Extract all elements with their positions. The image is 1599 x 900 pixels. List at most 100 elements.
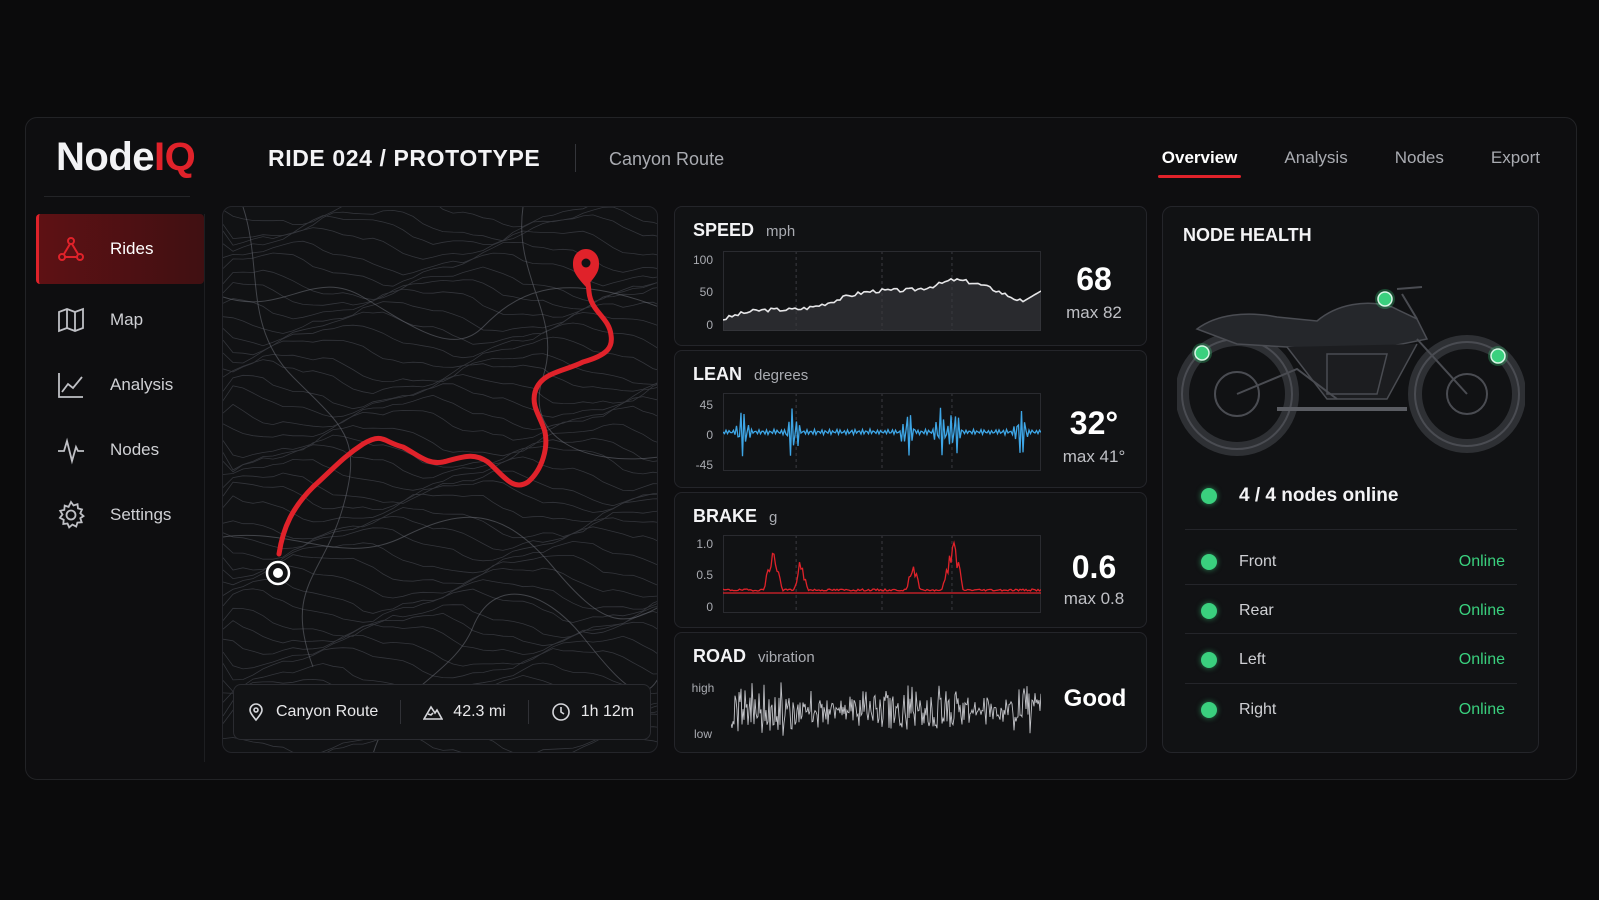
- node-status: Online: [1458, 651, 1505, 668]
- map-icon: [58, 307, 84, 333]
- speed-chart[interactable]: [723, 251, 1041, 331]
- route-summary-bar: Canyon Route 42.3 mi 1h 12m: [233, 684, 651, 740]
- route-icon: [58, 237, 84, 261]
- brake-tick: 0: [706, 600, 713, 614]
- node-marker-front-icon: [1488, 346, 1508, 366]
- node-health-panel: NODE HEALTH 4 / 4 nodes online Front Onl…: [1162, 206, 1539, 753]
- logo-divider: [44, 196, 190, 197]
- ride-title: RIDE 024 / PROTOTYPE: [268, 145, 541, 171]
- divider: [1185, 584, 1517, 585]
- end-pin-icon: [573, 249, 599, 287]
- node-row-front[interactable]: Front Online: [1201, 553, 1505, 571]
- speed-value: 68: [1076, 261, 1112, 297]
- tab-export[interactable]: Export: [1491, 148, 1540, 176]
- lean-max: max 41°: [1062, 447, 1126, 466]
- road-card[interactable]: ROAD vibration high low Good: [674, 632, 1147, 753]
- tab-overview[interactable]: Overview: [1157, 148, 1241, 178]
- route-duration: 1h 12m: [580, 703, 635, 720]
- tab-nodes[interactable]: Nodes: [1395, 148, 1444, 176]
- speed-tick: 50: [699, 285, 713, 299]
- header-divider: [575, 144, 576, 172]
- route-map[interactable]: Canyon Route 42.3 mi 1h 12m: [222, 206, 658, 753]
- lean-tick: 0: [706, 428, 713, 442]
- map-canvas[interactable]: [223, 207, 658, 753]
- sidebar-item-label: Settings: [110, 505, 172, 524]
- sidebar-item-rides[interactable]: Rides: [36, 214, 204, 284]
- top-tabs: Overview Analysis Nodes Export: [1115, 148, 1540, 178]
- brake-tick: 1.0: [696, 537, 713, 551]
- lean-chart[interactable]: [723, 393, 1041, 471]
- node-marker-rear-icon: [1192, 343, 1212, 363]
- node-row-rear[interactable]: Rear Online: [1201, 602, 1505, 620]
- location-pin-icon: [249, 703, 263, 722]
- node-row-left[interactable]: Left Online: [1201, 651, 1505, 669]
- divider: [1185, 683, 1517, 684]
- lean-title: LEAN degrees: [693, 364, 809, 384]
- road-title: ROAD vibration: [693, 646, 815, 666]
- status-dot: [1201, 652, 1217, 668]
- road-tick-high: high: [691, 681, 715, 695]
- divider: [1185, 633, 1517, 634]
- route-name: Canyon Route: [276, 703, 379, 720]
- dashboard-window: NodeIQ RIDE 024 / PROTOTYPE Canyon Route…: [25, 117, 1577, 780]
- pulse-icon: [58, 437, 84, 465]
- sidebar-item-settings[interactable]: Settings: [36, 486, 204, 544]
- node-marker-center-icon: [1375, 289, 1395, 309]
- stat-divider: [527, 700, 529, 724]
- sidebar-item-nodes[interactable]: Nodes: [36, 421, 204, 479]
- nodes-online-summary: 4 / 4 nodes online: [1201, 485, 1398, 507]
- node-status: Online: [1458, 701, 1505, 718]
- sidebar-item-label: Nodes: [110, 440, 160, 459]
- node-status: Online: [1458, 553, 1505, 570]
- status-dot: [1201, 554, 1217, 570]
- sidebar-item-label: Rides: [110, 239, 154, 258]
- node-name: Rear: [1239, 602, 1274, 619]
- brake-tick: 0.5: [696, 568, 713, 582]
- node-name: Right: [1239, 701, 1277, 718]
- sidebar-item-map[interactable]: Map: [36, 291, 204, 349]
- status-dot: [1201, 603, 1217, 619]
- road-tick-low: low: [693, 727, 712, 741]
- brake-max: max 0.8: [1063, 589, 1125, 608]
- sidebar-item-label: Map: [110, 310, 144, 329]
- status-dot: [1201, 488, 1217, 504]
- node-name: Front: [1239, 553, 1277, 570]
- lean-value: 32°: [1069, 405, 1119, 441]
- speed-card[interactable]: SPEED mph 100 50 0 68 max 82: [674, 206, 1147, 346]
- sidebar-item-label: Analysis: [110, 375, 174, 394]
- gear-icon: [58, 500, 85, 529]
- status-dot: [1201, 702, 1217, 718]
- road-vibration-chart[interactable]: [731, 677, 1041, 743]
- node-row-right[interactable]: Right Online: [1201, 701, 1505, 719]
- lean-card[interactable]: LEAN degrees 45 0 -45 32° max 41°: [674, 350, 1147, 488]
- speed-max: max 82: [1066, 303, 1122, 322]
- sidebar: Rides Map Analysis Nodes Settings: [36, 214, 204, 551]
- start-marker-icon: [265, 560, 291, 586]
- lean-tick: 45: [699, 398, 713, 412]
- speed-tick: 0: [706, 318, 713, 332]
- tab-analysis[interactable]: Analysis: [1284, 148, 1347, 176]
- chart-line-icon: [58, 373, 83, 398]
- brake-title: BRAKE g: [693, 506, 778, 526]
- nodeiq-logo[interactable]: NodeIQ: [56, 135, 196, 180]
- distance-stat: 42.3 mi: [411, 702, 506, 722]
- motorcycle-illustration: [1177, 286, 1525, 456]
- sidebar-item-analysis[interactable]: Analysis: [36, 356, 204, 414]
- node-status: Online: [1458, 602, 1505, 619]
- road-quality: Good: [1063, 685, 1127, 712]
- clock-icon: [551, 703, 570, 721]
- node-name: Left: [1239, 651, 1266, 668]
- speed-tick: 100: [692, 253, 713, 267]
- brake-chart[interactable]: [723, 535, 1041, 613]
- duration-stat: 1h 12m: [539, 702, 634, 722]
- route-subtitle: Canyon Route: [609, 149, 725, 169]
- brake-card[interactable]: BRAKE g 1.0 0.5 0 0.6 max 0.8: [674, 492, 1147, 628]
- stat-divider: [400, 700, 402, 724]
- brake-value: 0.6: [1071, 549, 1117, 585]
- route-name-stat: Canyon Route: [234, 702, 378, 722]
- lean-tick: -45: [695, 458, 713, 472]
- mountain-icon: [423, 705, 444, 720]
- route-distance: 42.3 mi: [453, 703, 506, 720]
- sidebar-divider: [204, 214, 205, 762]
- speed-title: SPEED mph: [693, 220, 796, 240]
